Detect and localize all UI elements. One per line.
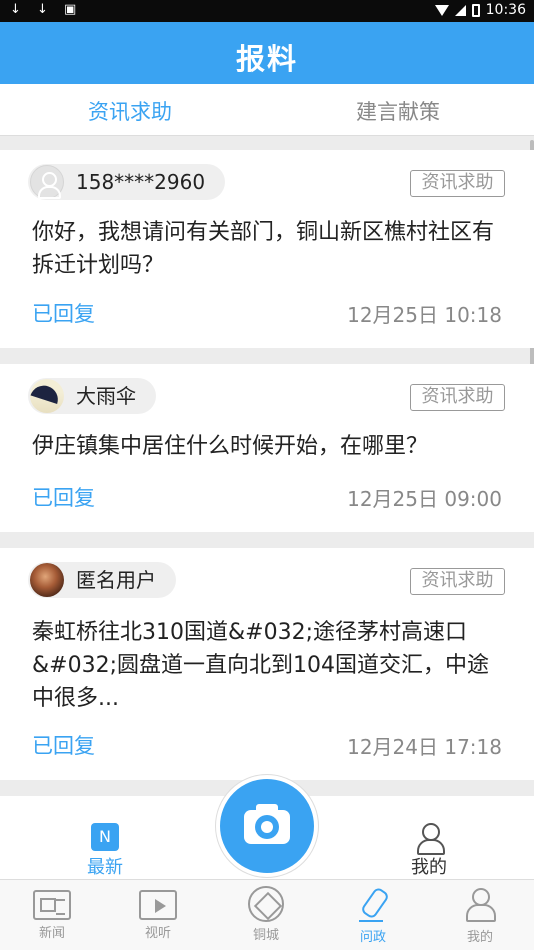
battery-icon — [471, 3, 480, 17]
app-header: 报料 — [0, 22, 534, 84]
nav-label: 铜城 — [252, 928, 279, 943]
default-avatar-icon — [30, 165, 64, 199]
nav-label: 视听 — [144, 926, 171, 941]
video-play-icon — [139, 890, 177, 920]
post-card[interactable]: 匿名用户 资讯求助 秦虹桥往北310国道&#032;途径茅村高速口&#032;圆… — [0, 548, 534, 780]
category-tag: 资讯求助 — [410, 568, 505, 595]
user-chip[interactable]: 大雨伞 — [28, 378, 156, 414]
tab-suggestions[interactable]: 建言献策 — [356, 96, 440, 126]
reply-status: 已回复 — [32, 302, 95, 326]
post-time: 12月25日 09:00 — [347, 487, 502, 511]
camera-button[interactable] — [216, 775, 318, 877]
nav-video[interactable]: 视听 — [128, 886, 188, 941]
nav-label: 问政 — [359, 930, 386, 945]
umbrella-avatar — [30, 379, 64, 413]
bottom-navigation: 新闻 视听 铜城 问政 我的 — [0, 879, 534, 950]
user-chip[interactable]: 匿名用户 — [28, 562, 176, 598]
category-tag: 资讯求助 — [410, 384, 505, 411]
person-icon — [460, 886, 500, 924]
username: 匿名用户 — [76, 568, 156, 592]
status-bar: ↓ ↓ ▣ 10:36 — [0, 0, 534, 22]
status-time: 10:36 — [485, 2, 526, 18]
post-card[interactable]: 大雨伞 资讯求助 伊庄镇集中居住什么时候开始，在哪里？ 已回复 12月25日 0… — [0, 364, 534, 532]
post-time: 12月25日 10:18 — [347, 303, 502, 327]
post-content: 你好，我想请问有关部门，铜山新区樵村社区有拆迁计划吗？ — [32, 220, 495, 278]
wifi-icon — [434, 4, 449, 16]
username: 大雨伞 — [76, 384, 136, 408]
post-content: 伊庄镇集中居住什么时候开始，在哪里？ — [32, 434, 429, 459]
category-tag: 资讯求助 — [410, 170, 505, 197]
nav-city[interactable]: 铜城 — [236, 886, 296, 943]
newspaper-icon — [33, 890, 71, 920]
username: 158****2960 — [76, 170, 206, 194]
person-icon — [415, 823, 445, 855]
post-content: 秦虹桥往北310国道&#032;途径茅村高速口&#032;圆盘道一直向北到104… — [32, 620, 489, 711]
reply-status: 已回复 — [32, 486, 95, 510]
latest-tab[interactable]: N 最新 — [84, 819, 126, 879]
post-time: 12月24日 17:18 — [347, 735, 502, 759]
my-posts-tab-label: 我的 — [411, 857, 447, 878]
user-chip[interactable]: 158****2960 — [28, 164, 226, 200]
status-notification-icons: ↓ ↓ ▣ — [10, 2, 83, 17]
photo-avatar — [30, 563, 64, 597]
tab-info-help[interactable]: 资讯求助 — [88, 96, 172, 126]
post-card[interactable]: 158****2960 资讯求助 你好，我想请问有关部门，铜山新区樵村社区有拆迁… — [0, 150, 534, 348]
reply-status: 已回复 — [32, 734, 95, 758]
nav-label: 新闻 — [38, 926, 65, 941]
nav-gov[interactable]: 问政 — [343, 886, 403, 945]
city-logo-icon — [248, 886, 284, 922]
latest-badge-icon: N — [91, 823, 119, 851]
page-title: 报料 — [235, 42, 298, 76]
latest-tab-label: 最新 — [87, 857, 123, 878]
nav-news[interactable]: 新闻 — [22, 886, 82, 941]
category-tabs: 资讯求助 建言献策 — [0, 84, 534, 136]
microphone-pen-icon — [353, 886, 393, 924]
nav-label: 我的 — [466, 930, 493, 945]
my-posts-tab[interactable]: 我的 — [408, 819, 450, 879]
nav-mine[interactable]: 我的 — [450, 886, 510, 945]
signal-icon — [454, 4, 466, 16]
